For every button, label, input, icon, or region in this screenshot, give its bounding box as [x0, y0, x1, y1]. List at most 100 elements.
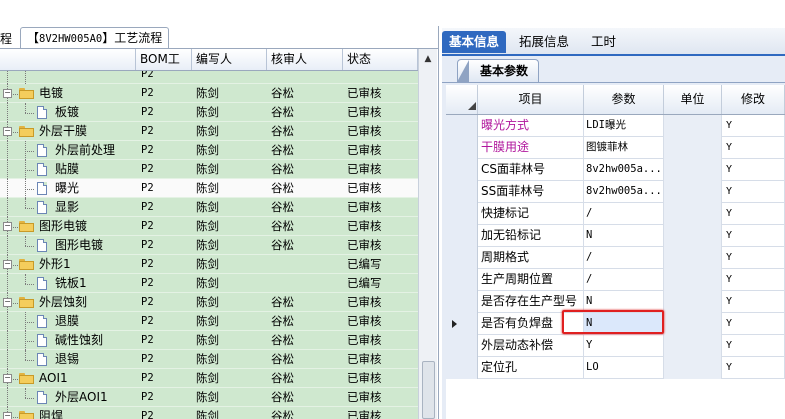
param-unit-cell[interactable]: [664, 137, 722, 159]
row-indicator[interactable]: [446, 335, 478, 357]
folder-icon: [19, 221, 34, 232]
param-value-cell[interactable]: 8v2hw005a...: [584, 181, 664, 203]
param-unit-cell[interactable]: [664, 247, 722, 269]
param-value-cell[interactable]: LO: [584, 357, 664, 379]
tree-line: [25, 151, 34, 152]
param-unit-cell[interactable]: [664, 181, 722, 203]
tree-folder-row[interactable]: − 外层干膜 P2 陈剑 谷松 已审核: [0, 122, 418, 141]
param-row[interactable]: SS面菲林号 8v2hw005a... Y: [446, 181, 785, 203]
tree-row[interactable]: 外层AOI1 P2 陈剑 谷松 已审核: [0, 388, 418, 407]
param-modify-cell: Y: [722, 159, 785, 181]
folder-icon: [19, 411, 34, 419]
param-unit-cell[interactable]: [664, 203, 722, 225]
collapse-toggle-icon[interactable]: −: [3, 89, 12, 98]
status-cell: 已审核: [347, 352, 382, 366]
param-unit-cell[interactable]: [664, 115, 722, 137]
param-row[interactable]: 周期格式 / Y: [446, 247, 785, 269]
row-indicator[interactable]: [446, 181, 478, 203]
vertical-scrollbar[interactable]: ▲: [418, 49, 437, 419]
param-unit-cell[interactable]: [664, 313, 722, 335]
collapse-toggle-icon[interactable]: −: [3, 260, 12, 269]
tree-row[interactable]: 曝光 P2 陈剑 谷松 已审核: [0, 179, 418, 198]
col-header-bom[interactable]: BOM工厂: [136, 49, 192, 87]
param-row[interactable]: 快捷标记 / Y: [446, 203, 785, 225]
tree-row[interactable]: 板镀 P2 陈剑 谷松 已审核: [0, 103, 418, 122]
row-indicator[interactable]: [446, 269, 478, 291]
param-row[interactable]: 定位孔 LO Y: [446, 357, 785, 379]
tree-folder-row[interactable]: − 外层蚀刻 P2 陈剑 谷松 已审核: [0, 293, 418, 312]
param-unit-cell[interactable]: [664, 335, 722, 357]
node-name: 显影: [55, 200, 80, 214]
tree-row[interactable]: 外层前处理 P2 陈剑 谷松 已审核: [0, 141, 418, 160]
tree-folder-row[interactable]: − 外形1 P2 陈剑 已编写: [0, 255, 418, 274]
tab-extended-info[interactable]: 拓展信息: [512, 31, 576, 53]
tree-row[interactable]: P2: [0, 71, 418, 84]
param-value-cell[interactable]: /: [584, 247, 664, 269]
param-row[interactable]: 生产周期位置 / Y: [446, 269, 785, 291]
col-header-modify[interactable]: 修改: [722, 85, 785, 114]
tab-work-hours[interactable]: 工时: [584, 31, 623, 53]
param-row[interactable]: 曝光方式 LDI曝光 Y: [446, 115, 785, 137]
info-panel: 基本信息 拓展信息 工时 基本参数 项目 参数 单位 修改 曝光方式 LDI曝光 Y…: [442, 28, 785, 419]
row-indicator[interactable]: [446, 247, 478, 269]
param-row[interactable]: CS面菲林号 8v2hw005a... Y: [446, 159, 785, 181]
param-value-cell[interactable]: 图镀菲林: [584, 137, 664, 159]
row-indicator[interactable]: [446, 137, 478, 159]
row-indicator[interactable]: [446, 357, 478, 379]
param-row[interactable]: 外层动态补偿 Y Y: [446, 335, 785, 357]
row-indicator[interactable]: [446, 313, 478, 335]
param-value-cell[interactable]: LDI曝光: [584, 115, 664, 137]
tree-row[interactable]: 退膜 P2 陈剑 谷松 已审核: [0, 312, 418, 331]
param-value-cell[interactable]: Y: [584, 335, 664, 357]
tree-row[interactable]: 铣板1 P2 陈剑 已编写: [0, 274, 418, 293]
tab-cut-label: 程: [0, 32, 13, 46]
col-header-status[interactable]: 状态: [343, 49, 418, 70]
tree-row[interactable]: 显影 P2 陈剑 谷松 已审核: [0, 198, 418, 217]
param-value-cell[interactable]: /: [584, 203, 664, 225]
col-header-unit[interactable]: 单位: [664, 85, 722, 114]
tree-folder-row[interactable]: − 图形电镀 P2 陈剑 谷松 已审核: [0, 217, 418, 236]
param-row[interactable]: 干膜用途 图镀菲林 Y: [446, 137, 785, 159]
tree-folder-row[interactable]: − 阻焊 P2 陈剑 谷松 已审核: [0, 407, 418, 419]
tab-process-flow[interactable]: 【8V2HW005A0】工艺流程: [20, 27, 170, 48]
row-indicator[interactable]: [446, 225, 478, 247]
param-unit-cell[interactable]: [664, 225, 722, 247]
col-header-name[interactable]: [0, 49, 136, 70]
param-value-cell[interactable]: /: [584, 269, 664, 291]
tree-folder-row[interactable]: − 电镀 P2 陈剑 谷松 已审核: [0, 84, 418, 103]
collapse-toggle-icon[interactable]: −: [3, 374, 12, 383]
tree-row[interactable]: 贴膜 P2 陈剑 谷松 已审核: [0, 160, 418, 179]
row-indicator[interactable]: [446, 115, 478, 137]
collapse-toggle-icon[interactable]: −: [3, 298, 12, 307]
tab-basic-info[interactable]: 基本信息: [442, 31, 507, 53]
col-header-reviewer[interactable]: 核审人: [267, 49, 343, 70]
row-indicator[interactable]: [446, 291, 478, 313]
param-unit-cell[interactable]: [664, 291, 722, 313]
bom-cell: P2: [141, 258, 154, 270]
param-unit-cell[interactable]: [664, 269, 722, 291]
bom-cell: P2: [141, 239, 154, 251]
col-header-writer[interactable]: 编写人: [192, 49, 267, 70]
collapse-toggle-icon[interactable]: −: [3, 127, 12, 136]
tree-row[interactable]: 图形电镀 P2 陈剑 谷松 已审核: [0, 236, 418, 255]
document-icon: [37, 239, 47, 252]
document-icon: [37, 334, 47, 347]
col-header-item[interactable]: 项目: [478, 85, 584, 114]
row-indicator[interactable]: [446, 203, 478, 225]
bom-cell: P2: [141, 87, 154, 99]
tree-folder-row[interactable]: − AOI1 P2 陈剑 谷松 已审核: [0, 369, 418, 388]
param-value-cell[interactable]: N: [584, 225, 664, 247]
param-unit-cell[interactable]: [664, 357, 722, 379]
subtab-basic-params[interactable]: 基本参数: [457, 59, 540, 82]
tree-row[interactable]: 退锡 P2 陈剑 谷松 已审核: [0, 350, 418, 369]
scroll-thumb[interactable]: [422, 361, 435, 419]
scroll-up-arrow-icon[interactable]: ▲: [421, 53, 435, 65]
param-value-cell[interactable]: 8v2hw005a...: [584, 159, 664, 181]
param-unit-cell[interactable]: [664, 159, 722, 181]
collapse-toggle-icon[interactable]: −: [3, 412, 12, 419]
collapse-toggle-icon[interactable]: −: [3, 222, 12, 231]
tree-row[interactable]: 碱性蚀刻 P2 陈剑 谷松 已审核: [0, 331, 418, 350]
col-header-param[interactable]: 参数: [584, 85, 664, 114]
row-indicator[interactable]: [446, 159, 478, 181]
param-row[interactable]: 加无铅标记 N Y: [446, 225, 785, 247]
